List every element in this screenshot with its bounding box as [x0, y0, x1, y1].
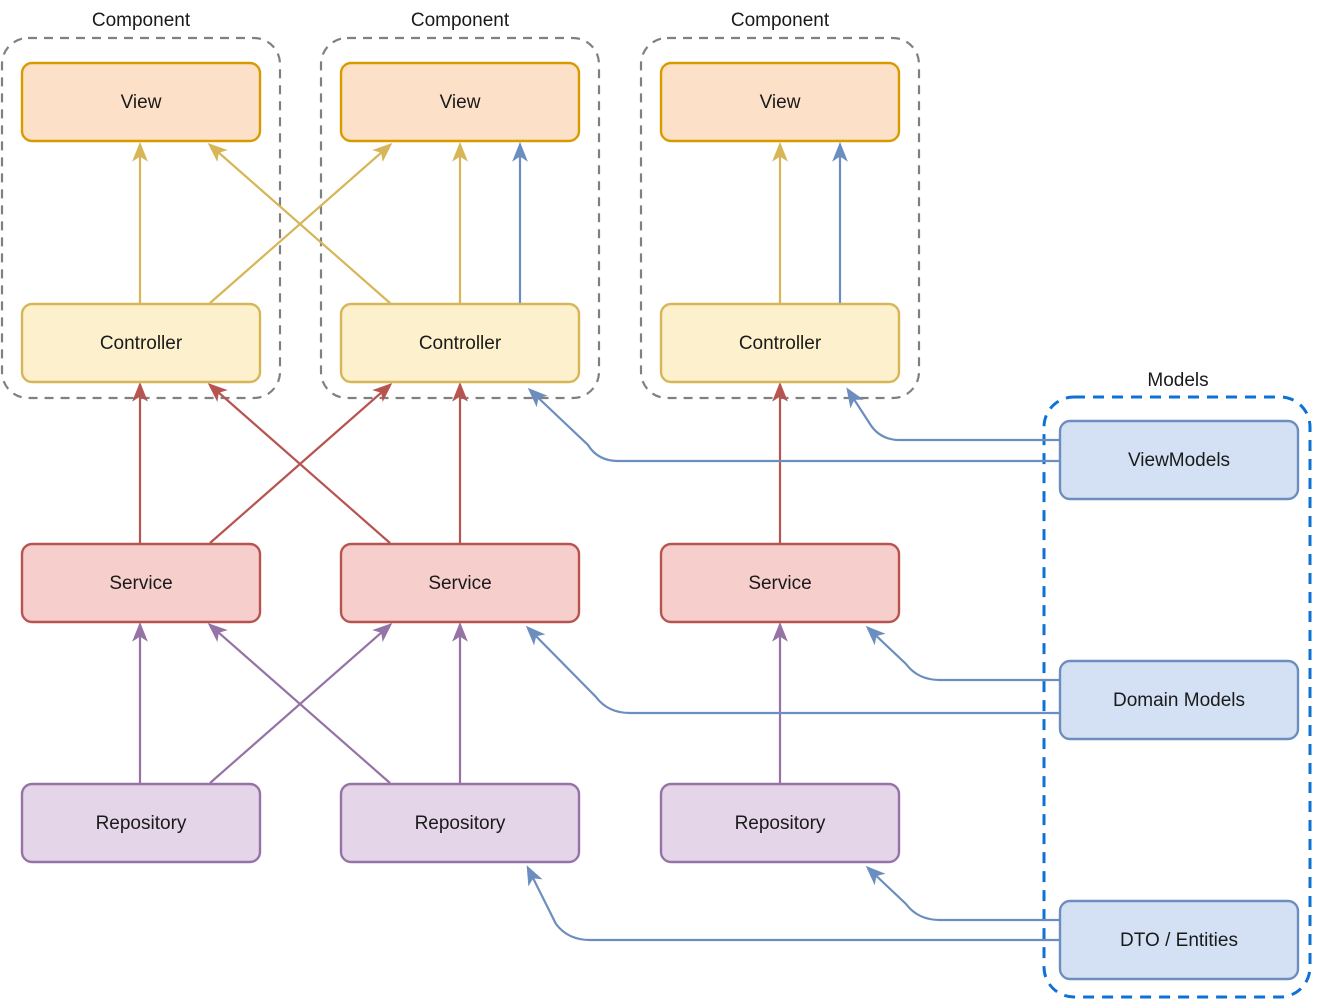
node-view-3[interactable]: View: [659, 61, 901, 143]
node-repository-2[interactable]: Repository: [339, 782, 581, 864]
view-3-box[interactable]: [659, 61, 901, 143]
component-2-label: Component: [411, 10, 510, 31]
node-controller-1[interactable]: Controller: [20, 302, 262, 384]
node-view-1[interactable]: View: [20, 61, 262, 143]
edge-viewmodels-to-ctrl2: [527, 387, 1060, 463]
edges-controller-to-view: [132, 141, 788, 304]
edge-dtoentities-to-repo3: [865, 865, 1060, 922]
component-1-label: Component: [92, 10, 191, 31]
service-1-box[interactable]: [20, 542, 262, 624]
edges-service-to-controller: [132, 381, 788, 544]
diagram-canvas: Component Component Component Models Vie…: [0, 10, 1312, 999]
node-controller-3[interactable]: Controller: [659, 302, 901, 384]
models-label: Models: [1147, 370, 1208, 391]
domain-models-box[interactable]: [1058, 659, 1300, 741]
node-view-2[interactable]: View: [339, 61, 581, 143]
service-3-box[interactable]: [659, 542, 901, 624]
viewmodels-box[interactable]: [1058, 419, 1300, 501]
node-service-1[interactable]: Service: [20, 542, 262, 624]
controller-3-box[interactable]: [659, 302, 901, 384]
repository-1-box[interactable]: [20, 782, 262, 864]
node-repository-3[interactable]: Repository: [659, 782, 901, 864]
node-service-3[interactable]: Service: [659, 542, 901, 624]
node-dto-entities[interactable]: DTO / Entities: [1058, 899, 1300, 981]
node-controller-2[interactable]: Controller: [339, 302, 581, 384]
view-1-box[interactable]: [20, 61, 262, 143]
edge-domainmodels-to-svc2: [525, 625, 1060, 715]
controller-1-box[interactable]: [20, 302, 262, 384]
node-service-2[interactable]: Service: [339, 542, 581, 624]
node-viewmodels[interactable]: ViewModels: [1058, 419, 1300, 501]
controller-2-box[interactable]: [339, 302, 581, 384]
node-repository-1[interactable]: Repository: [20, 782, 262, 864]
repository-3-box[interactable]: [659, 782, 901, 864]
component-3-label: Component: [731, 10, 830, 31]
service-2-box[interactable]: [339, 542, 581, 624]
edge-dtoentities-to-repo2: [526, 865, 1060, 942]
node-domain-models[interactable]: Domain Models: [1058, 659, 1300, 741]
edges-repository-to-service: [132, 621, 788, 784]
dto-entities-box[interactable]: [1058, 899, 1300, 981]
view-2-box[interactable]: [339, 61, 581, 143]
architecture-diagram: Component Component Component Models Vie…: [0, 0, 1322, 1002]
edge-domainmodels-to-svc3: [865, 625, 1060, 682]
repository-2-box[interactable]: [339, 782, 581, 864]
